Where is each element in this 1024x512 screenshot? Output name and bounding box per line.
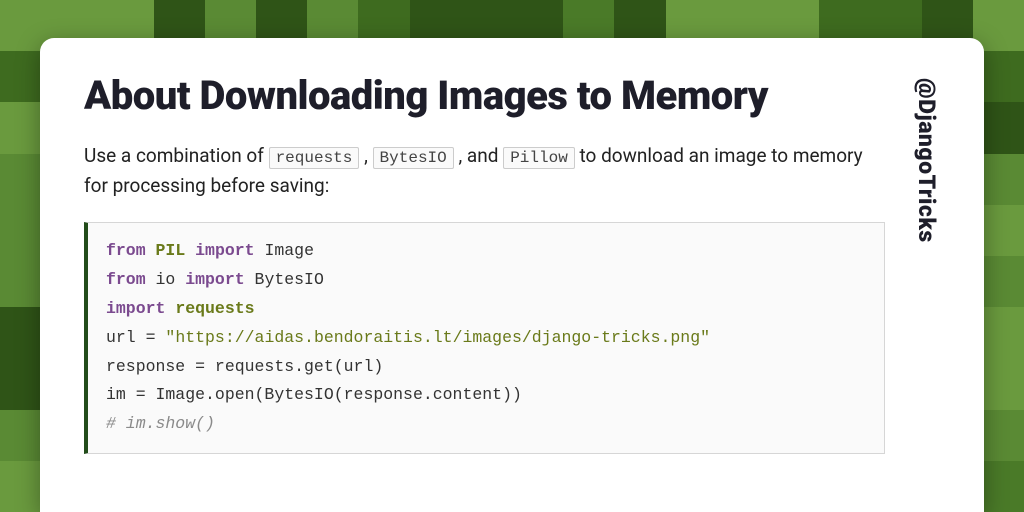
inline-code-requests: requests xyxy=(269,147,360,169)
code-block: from PIL import Image from io import Byt… xyxy=(84,222,885,454)
desc-text: Use a combination of xyxy=(84,144,269,167)
description: Use a combination of requests , BytesIO … xyxy=(84,141,885,200)
main-column: About Downloading Images to Memory Use a… xyxy=(84,74,885,512)
inline-code-bytesio: BytesIO xyxy=(373,147,454,169)
page-title: About Downloading Images to Memory xyxy=(84,74,885,119)
content-card: About Downloading Images to Memory Use a… xyxy=(40,38,984,512)
twitter-handle[interactable]: @DjangoTricks xyxy=(913,74,940,512)
inline-code-pillow: Pillow xyxy=(503,147,575,169)
